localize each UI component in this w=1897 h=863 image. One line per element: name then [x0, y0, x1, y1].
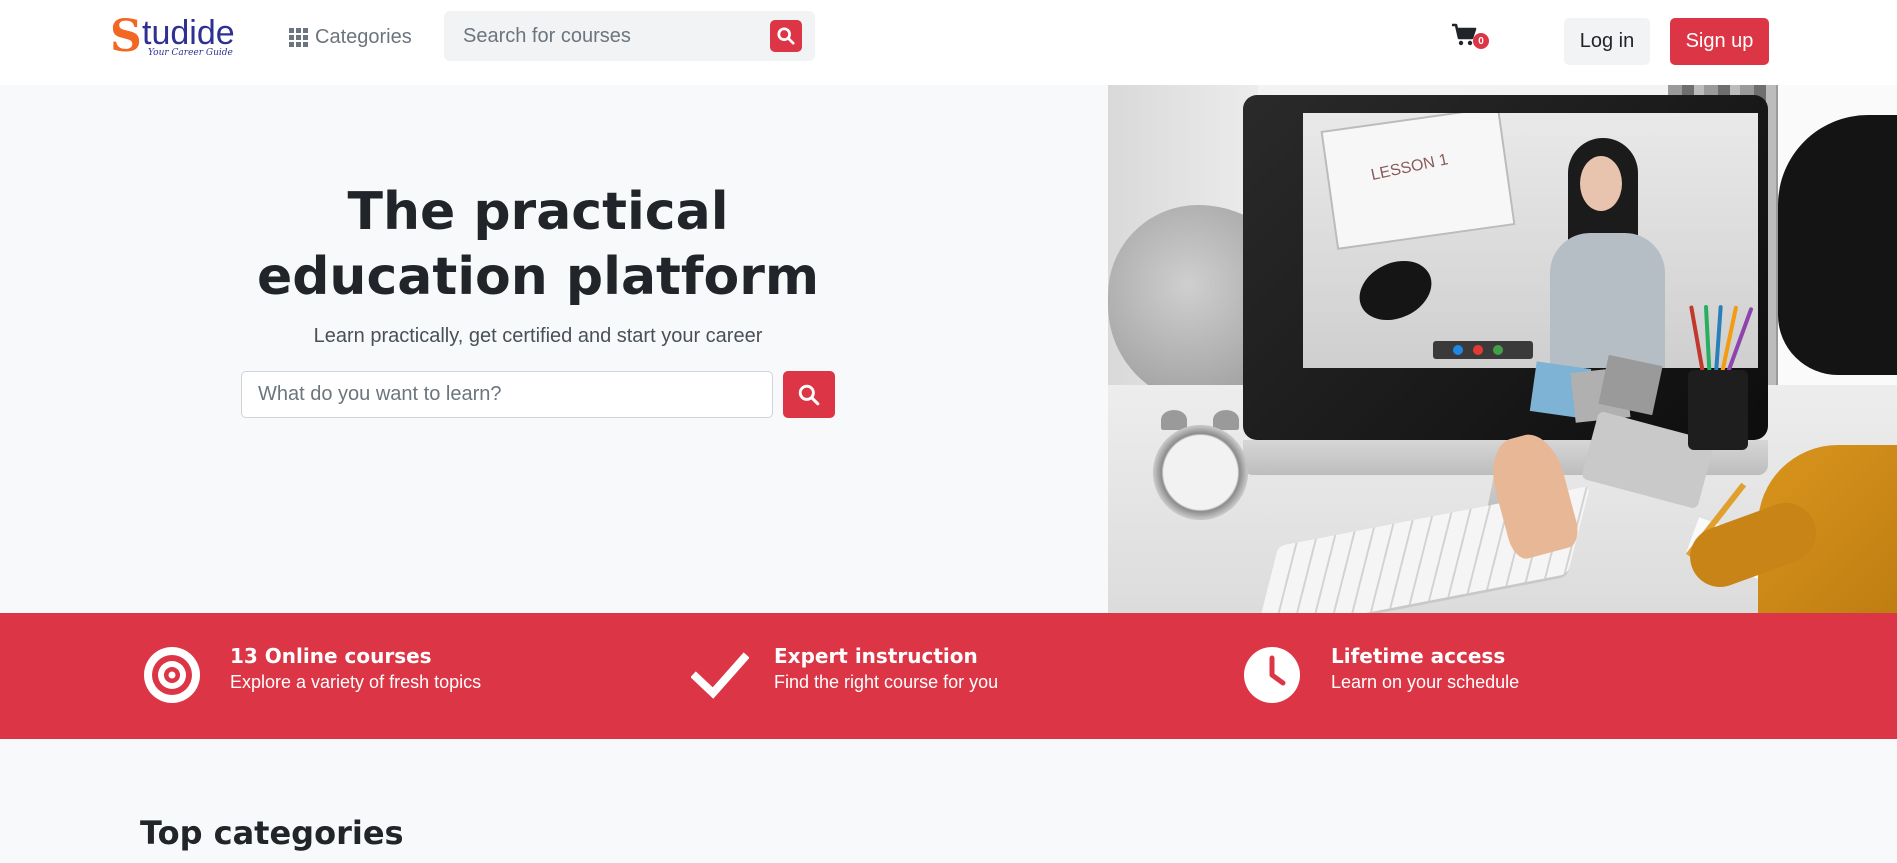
- feature-expert-instruction: Expert instruction Find the right course…: [691, 613, 1091, 739]
- header-search-button[interactable]: [770, 20, 802, 52]
- feature-online-courses: 13 Online courses Explore a variety of f…: [143, 613, 543, 739]
- signup-button[interactable]: Sign up: [1670, 18, 1769, 65]
- target-icon: [144, 647, 200, 703]
- logo-wordmark: tudide: [142, 14, 235, 52]
- search-icon: [777, 27, 795, 45]
- feature-title: Lifetime access: [1331, 644, 1506, 668]
- cart-button[interactable]: 0: [1451, 23, 1491, 53]
- feature-subtitle: Find the right course for you: [774, 672, 999, 692]
- hero-image: LESSON 1: [1108, 85, 1897, 613]
- feature-subtitle: Explore a variety of fresh topics: [230, 672, 482, 692]
- hero-search-input[interactable]: [241, 371, 773, 418]
- logo-letter-s: S: [110, 11, 142, 62]
- logo-tagline: Your Career Guide: [148, 48, 233, 58]
- cart-count-badge: 0: [1473, 33, 1489, 49]
- feature-lifetime-access: Lifetime access Learn on your schedule: [1243, 613, 1643, 739]
- lesson-board-text: LESSON 1: [1369, 151, 1450, 185]
- hero-subtitle: Learn practically, get certified and sta…: [313, 325, 763, 347]
- grid-icon: [289, 27, 308, 47]
- navbar: S tudide Your Career Guide Categories 0 …: [0, 0, 1897, 85]
- search-icon: [798, 384, 820, 405]
- header-search-input[interactable]: [444, 11, 764, 61]
- feature-title: Expert instruction: [774, 644, 978, 668]
- hero-search-button[interactable]: [783, 371, 835, 418]
- top-categories-heading: Top categories: [140, 814, 404, 852]
- hero-title: The practical education platform: [256, 182, 820, 307]
- feature-title: 13 Online courses: [230, 644, 432, 668]
- hero-section: The practical education platform Learn p…: [0, 85, 1897, 613]
- clock-icon: [1244, 647, 1300, 703]
- header-search: [444, 11, 815, 61]
- categories-menu[interactable]: Categories: [289, 22, 412, 52]
- categories-label: Categories: [315, 25, 412, 48]
- feature-subtitle: Learn on your schedule: [1331, 672, 1520, 692]
- login-button[interactable]: Log in: [1564, 18, 1650, 65]
- features-band: 13 Online courses Explore a variety of f…: [0, 613, 1897, 739]
- check-icon: [691, 652, 749, 699]
- site-logo[interactable]: S tudide Your Career Guide: [110, 12, 235, 62]
